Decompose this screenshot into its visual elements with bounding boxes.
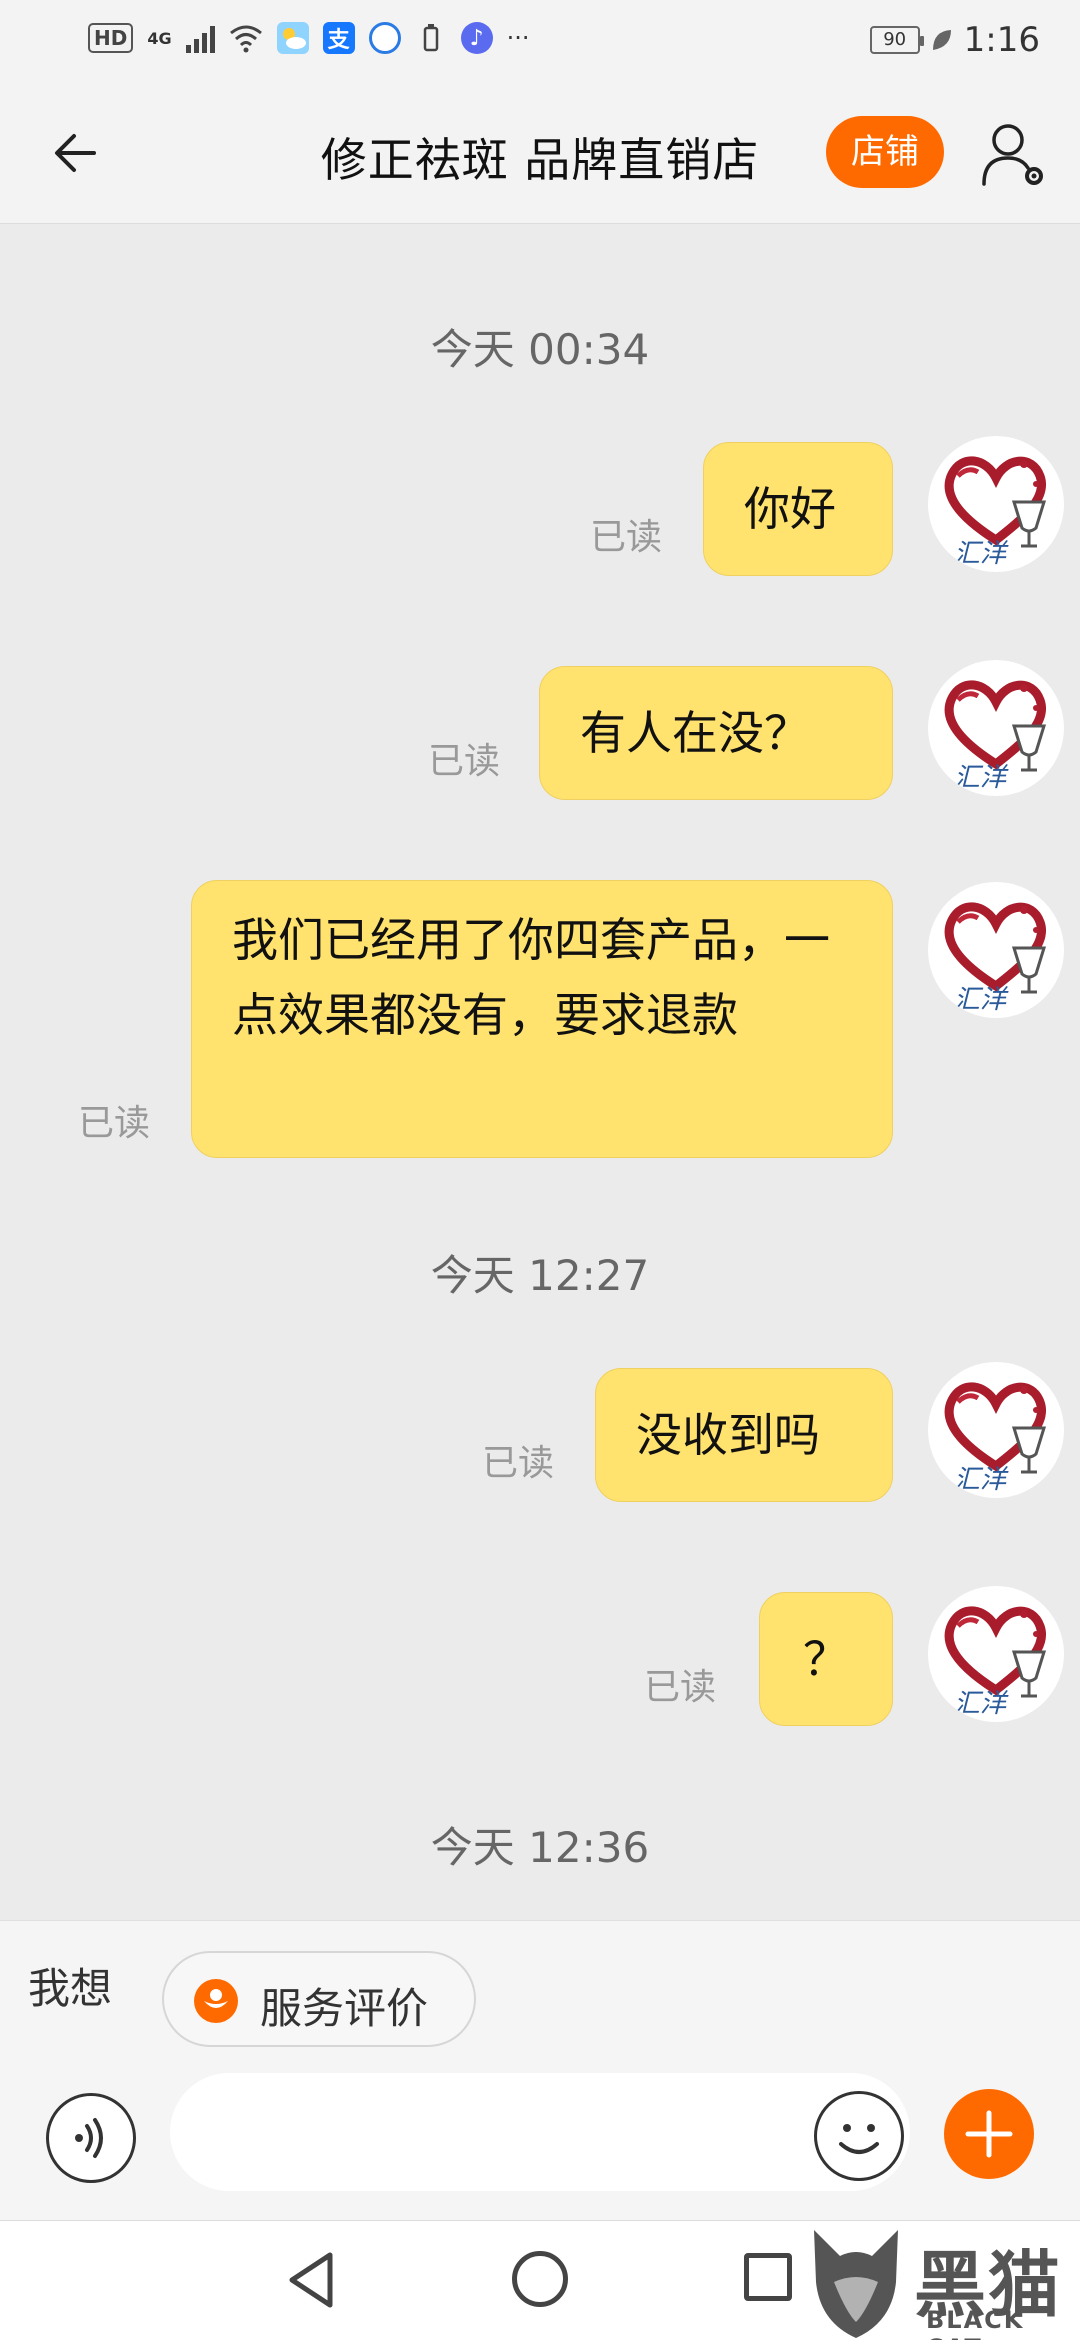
- svg-text:汇洋: 汇洋: [954, 1465, 1009, 1495]
- svg-text:汇洋: 汇洋: [954, 985, 1009, 1015]
- user-settings-icon: [982, 124, 1043, 186]
- time-separator: 今天 12:27: [430, 1251, 650, 1300]
- avatar[interactable]: 汇洋: [928, 436, 1064, 572]
- avatar[interactable]: 汇洋: [928, 660, 1064, 796]
- avatar[interactable]: 汇洋: [928, 1586, 1064, 1722]
- svg-text:汇洋: 汇洋: [954, 1689, 1009, 1719]
- plus-icon: [965, 2110, 1013, 2158]
- read-status: 已读: [78, 1103, 151, 1144]
- battery-icon: 90: [869, 26, 924, 54]
- more-actions-button[interactable]: [944, 2089, 1034, 2179]
- watermark: 黑猫 BLACK CAT: [806, 2222, 1080, 2340]
- message-bubble[interactable]: ？: [759, 1592, 893, 1726]
- avatar[interactable]: 汇洋: [928, 882, 1064, 1018]
- weather-icon: [276, 22, 309, 54]
- wifi-icon: [229, 25, 262, 53]
- message-row: 已读 ？ 汇洋: [0, 1582, 1080, 1726]
- more-notifications-icon: ···: [506, 24, 530, 52]
- message-row: 已读 有人在没？ 汇洋: [0, 656, 1080, 800]
- nav-home-button[interactable]: [512, 2251, 568, 2307]
- chat-area[interactable]: 今天 00:34 已读 你好 汇洋 已读 有人在没？ 汇洋 已读 我们已经用了你…: [0, 224, 1080, 1920]
- profile-button[interactable]: [978, 118, 1050, 190]
- message-row: 已读 我们已经用了你四套产品，一点效果都没有，要求退款 汇洋: [0, 878, 1080, 1158]
- chat-header: 修正祛斑 品牌直销店 店铺: [0, 82, 1080, 224]
- triangle-back-icon: [289, 2252, 333, 2308]
- status-left: HD 4G 支 ♪ ···: [88, 22, 530, 54]
- message-row: 已读 没收到吗 汇洋: [0, 1358, 1080, 1502]
- status-right: 90 1:16: [869, 20, 1040, 60]
- quick-reply-label: 我想: [28, 1964, 113, 2013]
- read-status: 已读: [428, 741, 501, 782]
- hd-indicator: HD: [88, 23, 134, 53]
- store-button[interactable]: 店铺: [826, 116, 944, 188]
- smiley-icon: [839, 2124, 879, 2154]
- cat-logo-icon: [814, 2230, 898, 2338]
- avatar[interactable]: 汇洋: [928, 1362, 1064, 1498]
- status-time: 1:16: [963, 20, 1040, 60]
- leaf-icon: [932, 30, 951, 50]
- battery-app-icon: [415, 22, 447, 54]
- alipay-icon: 支: [322, 22, 355, 54]
- message-bubble[interactable]: 有人在没？: [539, 666, 893, 800]
- read-status: 已读: [644, 1667, 717, 1708]
- message-input[interactable]: [170, 2073, 910, 2191]
- voice-button[interactable]: [46, 2093, 136, 2183]
- watermark-en: BLACK CAT: [926, 2306, 1025, 2340]
- nav-back-button[interactable]: [282, 2245, 342, 2315]
- music-icon: ♪: [460, 22, 493, 54]
- flower-icon: [194, 1979, 238, 2023]
- read-status: 已读: [590, 517, 663, 558]
- message-bubble[interactable]: 你好: [703, 442, 893, 576]
- message-bubble[interactable]: 我们已经用了你四套产品，一点效果都没有，要求退款: [191, 880, 893, 1158]
- input-area: 我想 服务评价: [0, 1920, 1080, 2220]
- status-bar: HD 4G 支 ♪ ··· 90 1:16: [0, 0, 1080, 82]
- read-status: 已读: [482, 1443, 555, 1484]
- service-review-chip[interactable]: 服务评价: [162, 1951, 476, 2047]
- message-bubble[interactable]: 没收到吗: [595, 1368, 893, 1502]
- signal-icon: [185, 23, 215, 53]
- voice-icon: [75, 2118, 103, 2158]
- time-separator: 今天 12:36: [430, 1823, 650, 1872]
- network-type: 4G: [147, 28, 172, 48]
- browser-icon: [368, 22, 401, 54]
- nav-recent-button[interactable]: [744, 2253, 792, 2301]
- emoji-button[interactable]: [814, 2091, 904, 2181]
- time-separator: 今天 00:34: [430, 325, 650, 374]
- svg-text:汇洋: 汇洋: [954, 539, 1009, 569]
- chip-label: 服务评价: [260, 1984, 429, 2033]
- svg-text:汇洋: 汇洋: [954, 763, 1009, 793]
- message-row: 已读 你好 汇洋: [0, 432, 1080, 576]
